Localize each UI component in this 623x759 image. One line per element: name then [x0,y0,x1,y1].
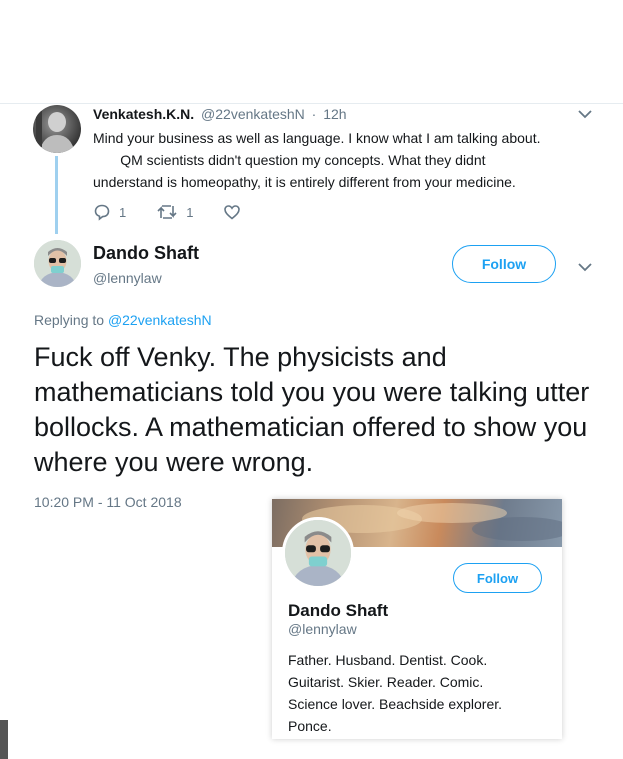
card-follow-button[interactable]: Follow [453,563,542,593]
reply-line: understand is homeopathy, it is entirely… [93,174,516,190]
tweet-text: Fuck off Venky. The physicists and mathe… [34,342,590,477]
bio-line: Science lover. Beachside explorer. [288,696,503,712]
bio-line: Father. Husband. Dentist. Cook. [288,652,488,668]
reply-tweet-actions: 1 1 [93,203,279,221]
reply-time[interactable]: 12h [323,106,346,122]
reply-tweet-text: Mind your business as well as language. … [93,127,603,193]
reply-icon [94,204,110,221]
card-handle[interactable]: @lennylaw [288,621,357,637]
reply-button[interactable]: 1 [93,203,126,221]
replying-to: Replying to @22venkateshN [34,312,212,328]
replying-to-link[interactable]: @22venkateshN [108,312,212,328]
bio-line: Ponce. [288,718,332,734]
like-button[interactable] [223,203,249,221]
author-handle[interactable]: @lennylaw [93,270,162,286]
bio-line: Guitarist. Skier. Reader. Comic. [288,674,484,690]
reply-separator: · [311,106,317,122]
thread-connector [55,156,58,234]
timeline-divider [0,103,623,104]
author-name[interactable]: Dando Shaft [93,243,199,264]
retweet-count: 1 [186,204,194,220]
avatar[interactable] [34,240,81,287]
reply-author-handle[interactable]: @22venkateshN [201,106,305,122]
chevron-down-icon[interactable] [577,261,593,273]
avatar[interactable] [33,105,81,153]
retweet-icon [157,205,177,219]
like-icon [224,205,241,220]
reply-count: 1 [119,204,127,220]
reply-line: QM scientists didn't question my concept… [93,152,486,168]
replying-to-label: Replying to [34,312,105,328]
reply-author-name[interactable]: Venkatesh.K.N. [93,106,194,122]
reply-tweet-header: Venkatesh.K.N. @22venkateshN · 12h [93,106,347,122]
follow-button[interactable]: Follow [452,245,556,283]
tweet-timestamp[interactable]: 10:20 PM - 11 Oct 2018 [34,494,182,510]
chevron-down-icon[interactable] [577,108,593,120]
profile-hover-card: Follow Dando Shaft @lennylaw Father. Hus… [272,499,562,739]
card-name[interactable]: Dando Shaft [288,601,388,621]
retweet-button[interactable]: 1 [156,203,193,221]
card-bio: Father. Husband. Dentist. Cook. Guitaris… [288,649,550,737]
window-edge [0,720,8,759]
reply-line: Mind your business as well as language. … [93,130,541,146]
avatar[interactable] [282,517,354,589]
